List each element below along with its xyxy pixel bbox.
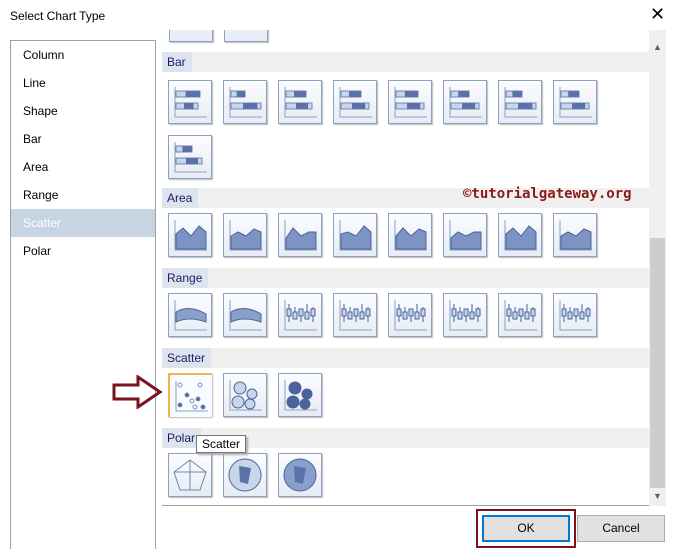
polar-chart-glyph <box>173 459 207 491</box>
area-chart-glyph <box>394 220 427 251</box>
range-chart-glyph <box>394 300 427 331</box>
range-chart-icon[interactable] <box>168 293 212 337</box>
scatter-chart-icon[interactable] <box>168 373 212 417</box>
range-chart-icon[interactable] <box>333 293 377 337</box>
range-chart-glyph <box>504 300 537 331</box>
bar-chart-glyph <box>284 87 317 118</box>
area-chart-icon[interactable] <box>443 213 487 257</box>
range-chart-glyph <box>284 300 317 331</box>
bar-chart-glyph <box>174 87 207 118</box>
tooltip: Scatter <box>196 435 247 453</box>
bar-chart-icon[interactable] <box>278 80 322 124</box>
polar-chart-icon[interactable] <box>278 453 322 497</box>
area-chart-icon[interactable] <box>278 213 322 257</box>
scrollbar-thumb[interactable] <box>650 238 665 488</box>
bar-chart-glyph <box>229 87 262 118</box>
polar-chart-glyph <box>228 458 262 492</box>
section-header-scatter: Scatter <box>162 348 649 368</box>
section-label: Bar <box>162 52 192 72</box>
column-chart-icon[interactable] <box>224 30 268 42</box>
area-chart-glyph <box>339 220 372 251</box>
range-chart-glyph <box>174 300 207 331</box>
range-chart-icon[interactable] <box>443 293 487 337</box>
sidebar-item-column[interactable]: Column <box>11 41 155 69</box>
polar-chart-icon[interactable] <box>223 453 267 497</box>
sidebar-item-area[interactable]: Area <box>11 153 155 181</box>
bar-chart-icon[interactable] <box>388 80 432 124</box>
sidebar-item-shape[interactable]: Shape <box>11 97 155 125</box>
close-icon[interactable]: ✕ <box>650 4 665 25</box>
column-chart-icon[interactable] <box>169 30 213 42</box>
area-chart-icon[interactable] <box>168 213 212 257</box>
range-chart-icon[interactable] <box>388 293 432 337</box>
range-chart-glyph <box>559 300 592 331</box>
bar-chart-glyph <box>449 87 482 118</box>
scatter-chart-glyph <box>170 375 212 417</box>
bar-chart-icon[interactable] <box>498 80 542 124</box>
sidebar-item-scatter[interactable]: Scatter <box>11 209 155 237</box>
range-chart-glyph <box>339 300 372 331</box>
range-chart-glyph <box>229 300 262 331</box>
bar-chart-glyph <box>174 142 207 173</box>
area-chart-glyph <box>559 220 592 251</box>
ok-button[interactable]: OK <box>482 515 570 542</box>
section-label: Area <box>162 188 199 208</box>
bar-chart-glyph <box>504 87 537 118</box>
bar-chart-icon[interactable] <box>168 135 212 179</box>
scroll-down-icon[interactable]: ▼ <box>653 491 662 501</box>
range-chart-icon[interactable] <box>498 293 542 337</box>
area-chart-glyph <box>449 220 482 251</box>
cancel-button[interactable]: Cancel <box>577 515 665 542</box>
bar-chart-icon[interactable] <box>443 80 487 124</box>
bar-chart-icon[interactable] <box>168 80 212 124</box>
area-chart-icon[interactable] <box>498 213 542 257</box>
bar-chart-glyph <box>394 87 427 118</box>
range-chart-icon[interactable] <box>223 293 267 337</box>
bar-chart-icon[interactable] <box>553 80 597 124</box>
bar-chart-glyph <box>559 87 592 118</box>
area-chart-icon[interactable] <box>553 213 597 257</box>
bar-chart-icon[interactable] <box>223 80 267 124</box>
dialog-title: Select Chart Type <box>10 9 106 23</box>
range-chart-icon[interactable] <box>278 293 322 337</box>
scatter-chart-glyph <box>229 380 262 411</box>
sidebar-item-range[interactable]: Range <box>11 181 155 209</box>
range-chart-glyph <box>449 300 482 331</box>
watermark: ©tutorialgateway.org <box>463 186 632 202</box>
scatter-chart-glyph <box>284 380 317 411</box>
area-chart-glyph <box>174 220 207 251</box>
scatter-chart-icon[interactable] <box>278 373 322 417</box>
area-chart-icon[interactable] <box>223 213 267 257</box>
range-chart-icon[interactable] <box>553 293 597 337</box>
area-chart-icon[interactable] <box>388 213 432 257</box>
section-header-range: Range <box>162 268 649 288</box>
area-chart-glyph <box>504 220 537 251</box>
sidebar-item-bar[interactable]: Bar <box>11 125 155 153</box>
bar-chart-icon[interactable] <box>333 80 377 124</box>
polar-chart-icon[interactable] <box>168 453 212 497</box>
sidebar-item-line[interactable]: Line <box>11 69 155 97</box>
chart-category-list: Column Line Shape Bar Area Range Scatter… <box>10 40 156 549</box>
area-chart-glyph <box>229 220 262 251</box>
area-chart-glyph <box>284 220 317 251</box>
vertical-scrollbar[interactable]: ▲ ▼ <box>649 30 666 506</box>
section-label: Scatter <box>162 348 212 368</box>
section-label: Range <box>162 268 209 288</box>
sidebar-item-polar[interactable]: Polar <box>11 237 155 265</box>
bar-chart-glyph <box>339 87 372 118</box>
area-chart-icon[interactable] <box>333 213 377 257</box>
scatter-chart-icon[interactable] <box>223 373 267 417</box>
section-header-bar: Bar <box>162 52 649 72</box>
scroll-up-icon[interactable]: ▲ <box>653 42 662 52</box>
arrow-annotation-icon <box>112 375 163 409</box>
polar-chart-glyph <box>283 458 317 492</box>
